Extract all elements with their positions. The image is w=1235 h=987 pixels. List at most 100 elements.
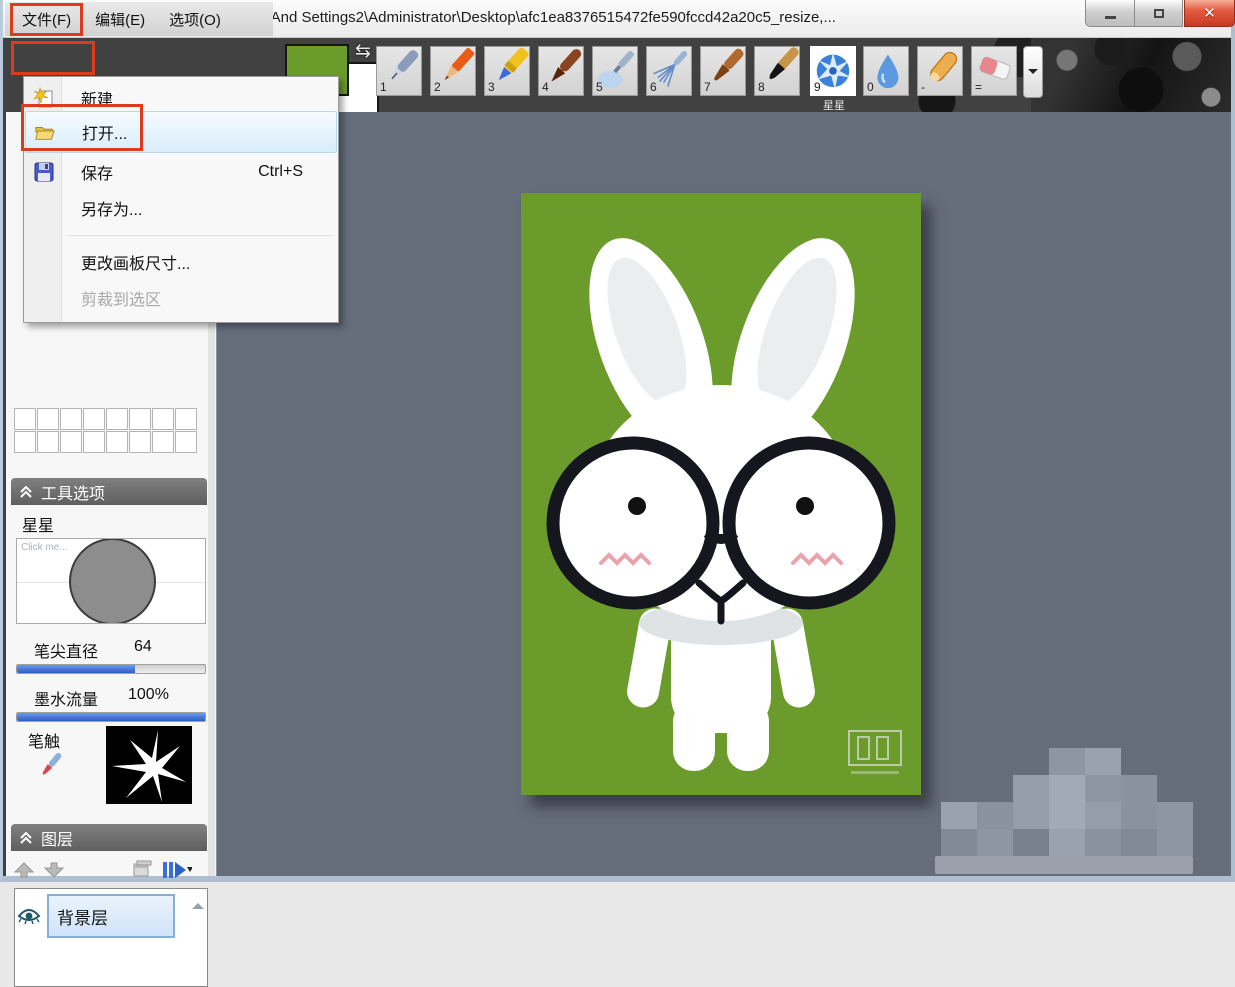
menu-options[interactable]: 选项(O): [157, 4, 233, 35]
tool-airbrush[interactable]: 5: [592, 46, 638, 96]
workspace: [217, 112, 1231, 876]
tool-fan-brush[interactable]: 6: [646, 46, 692, 96]
mosaic-cell: [1085, 802, 1121, 829]
close-icon: ✕: [1203, 4, 1216, 22]
scroll-up-icon[interactable]: [192, 897, 204, 909]
palette-swatch[interactable]: [37, 431, 59, 453]
mosaic-cell: [1049, 802, 1085, 829]
palette-swatch[interactable]: [14, 431, 36, 453]
tool-marker[interactable]: 3: [484, 46, 530, 96]
palette-swatch[interactable]: [14, 408, 36, 430]
collapse-chevron-icon: [19, 486, 33, 498]
maximize-button[interactable]: [1135, 0, 1183, 27]
diameter-slider[interactable]: [16, 664, 206, 674]
stroke-shape-preview[interactable]: [106, 726, 192, 804]
mosaic-cell: [1085, 829, 1121, 856]
palette-swatch[interactable]: [152, 431, 174, 453]
mosaic-cell: [1085, 748, 1121, 775]
collapse-chevron-icon: [19, 832, 33, 844]
new-document-icon: [33, 87, 55, 109]
palette-swatch[interactable]: [129, 408, 151, 430]
mosaic-cell: [941, 802, 977, 829]
drawing-canvas[interactable]: [521, 193, 921, 795]
mosaic-cell: [941, 829, 977, 856]
minimize-icon: [1105, 16, 1116, 19]
flow-value: 100%: [128, 686, 169, 704]
palette-swatch[interactable]: [129, 431, 151, 453]
layer-properties-icon[interactable]: [132, 860, 152, 880]
layer-down-icon[interactable]: [44, 861, 64, 879]
mosaic-cell: [1049, 748, 1085, 775]
mosaic-cell: [1157, 829, 1193, 856]
layer-row[interactable]: 背景层: [17, 893, 187, 939]
censored-mosaic-strip: [935, 856, 1193, 874]
palette-swatch[interactable]: [106, 408, 128, 430]
palette-swatch[interactable]: [37, 408, 59, 430]
file-menu-dropdown: 新建 打开... 保存 Ctrl+S 另存为... 更改画板尺寸...: [23, 76, 339, 323]
tool-star[interactable]: 9: [810, 46, 856, 96]
layer-name[interactable]: 背景层: [47, 894, 175, 938]
brush-size-circle: [69, 538, 156, 624]
flow-label: 墨水流量: [34, 686, 98, 710]
tool-eraser[interactable]: =: [971, 46, 1017, 96]
brush-icon[interactable]: [34, 752, 66, 780]
save-icon: [33, 161, 55, 183]
palette-swatch[interactable]: [83, 431, 105, 453]
mosaic-cell: [1085, 775, 1121, 802]
close-button[interactable]: ✕: [1184, 0, 1235, 27]
brush-preview-box[interactable]: Click me...: [16, 538, 206, 624]
mosaic-cell: [1049, 775, 1085, 802]
palette-swatch[interactable]: [83, 408, 105, 430]
layer-up-icon[interactable]: [14, 861, 34, 879]
star-stroke-icon: [106, 726, 192, 804]
diameter-label: 笔尖直径: [34, 638, 98, 662]
layer-toolbar: [14, 856, 208, 884]
menu-item-save-as[interactable]: 另存为...: [25, 189, 337, 227]
maximize-icon: [1154, 9, 1164, 18]
layer-merge-icon[interactable]: [162, 859, 192, 881]
rabbit-artwork: [521, 193, 921, 795]
tool-ink-brush[interactable]: 8: [754, 46, 800, 96]
tool-water-drop[interactable]: 0: [863, 46, 909, 96]
palette-swatch[interactable]: [60, 408, 82, 430]
color-palette[interactable]: [14, 408, 206, 454]
tool-options-header[interactable]: 工具选项: [11, 478, 207, 505]
tool-round-brush[interactable]: 7: [700, 46, 746, 96]
app-window: SmoothDraw 4.0.5 - E:\Document And Setti…: [0, 0, 1235, 882]
menu-item-resize-canvas[interactable]: 更改画板尺寸...: [25, 243, 337, 281]
layer-visibility-eye-icon[interactable]: [17, 907, 41, 925]
swap-colors-icon[interactable]: ⇆: [355, 40, 371, 63]
menu-separator: [66, 235, 332, 236]
tool-pen[interactable]: 1: [376, 46, 422, 96]
layers-header[interactable]: 图层: [11, 824, 207, 851]
palette-swatch[interactable]: [106, 431, 128, 453]
palette-swatch[interactable]: [175, 408, 197, 430]
tool-ink-pen[interactable]: 4: [538, 46, 584, 96]
flow-slider-fill: [17, 713, 205, 721]
selected-tool-label: 星星: [810, 97, 858, 113]
palette-swatch[interactable]: [60, 431, 82, 453]
minimize-button[interactable]: [1085, 0, 1135, 27]
tool-smudge-finger[interactable]: -: [917, 46, 963, 96]
diameter-value: 64: [134, 638, 152, 656]
mosaic-cell: [1121, 802, 1157, 829]
mosaic-cell: [1121, 829, 1157, 856]
flow-slider[interactable]: [16, 712, 206, 722]
mosaic-cell: [1013, 829, 1049, 856]
menu-shortcut: Ctrl+S: [258, 163, 303, 181]
menu-edit[interactable]: 编辑(E): [83, 4, 157, 35]
toolbar-splash-art: [1031, 38, 1231, 112]
menu-item-crop-to-selection[interactable]: 剪裁到选区: [25, 279, 337, 317]
tool-dropdown-button[interactable]: [1023, 46, 1043, 98]
layer-list: 背景层: [14, 888, 208, 987]
censored-mosaic: [941, 748, 1193, 854]
mosaic-cell: [977, 829, 1013, 856]
tool-pencil[interactable]: 2: [430, 46, 476, 96]
palette-swatch[interactable]: [152, 408, 174, 430]
menu-file[interactable]: 文件(F): [10, 3, 83, 36]
mosaic-cell: [1157, 802, 1193, 829]
preview-hint-text: Click me...: [21, 542, 68, 553]
palette-swatch[interactable]: [175, 431, 197, 453]
menu-item-save[interactable]: 保存 Ctrl+S: [25, 153, 337, 191]
menu-item-open[interactable]: 打开...: [25, 111, 337, 153]
